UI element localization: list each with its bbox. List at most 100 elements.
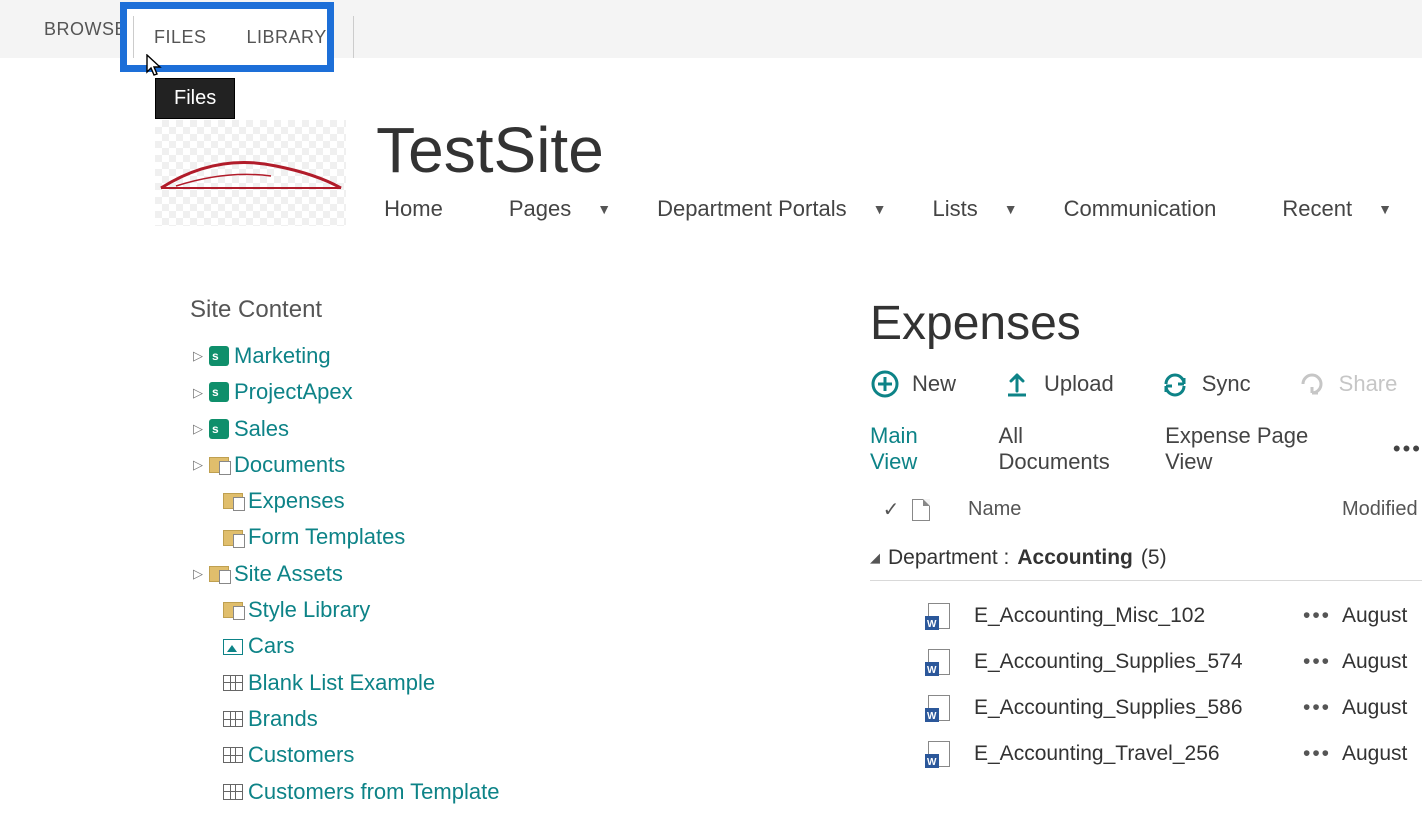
tree-item[interactable]: Customers from Template: [190, 774, 560, 810]
expander-icon[interactable]: ▷: [190, 345, 206, 366]
list-icon: [220, 744, 246, 766]
file-menu-button[interactable]: •••: [1292, 604, 1342, 628]
tree-item[interactable]: Expenses: [190, 483, 560, 519]
view-expense-page[interactable]: Expense Page View: [1165, 423, 1349, 475]
chevron-down-icon[interactable]: ▼: [873, 201, 887, 217]
chevron-down-icon[interactable]: ▼: [597, 201, 611, 217]
nav-recent[interactable]: Recent: [1274, 192, 1360, 226]
file-menu-button[interactable]: •••: [1292, 742, 1342, 766]
tree-item-label[interactable]: Form Templates: [248, 519, 405, 555]
tree-item[interactable]: ▷ Sales: [190, 411, 560, 447]
tree-item[interactable]: Blank List Example: [190, 665, 560, 701]
new-label: New: [912, 371, 956, 397]
lib-icon: [220, 599, 246, 621]
col-type[interactable]: [912, 499, 956, 521]
word-doc-icon: [928, 603, 950, 629]
share-button: Share: [1297, 369, 1398, 399]
tree-item-label[interactable]: Expenses: [248, 483, 345, 519]
tree-header: Site Content: [190, 296, 560, 324]
site-icon: [206, 418, 232, 440]
tree-item-label[interactable]: Blank List Example: [248, 665, 435, 701]
tree-item-label[interactable]: Cars: [248, 628, 294, 664]
view-more[interactable]: •••: [1393, 436, 1422, 462]
tree-item[interactable]: Brands: [190, 701, 560, 737]
file-name[interactable]: E_Accounting_Misc_102: [974, 604, 1292, 628]
tree-item-label[interactable]: ProjectApex: [234, 374, 353, 410]
sync-button[interactable]: Sync: [1160, 369, 1251, 399]
upload-button[interactable]: Upload: [1002, 369, 1114, 399]
file-menu-button[interactable]: •••: [1292, 696, 1342, 720]
tree-item[interactable]: Customers: [190, 737, 560, 773]
ribbon-tab-files[interactable]: FILES: [134, 27, 227, 48]
tree-item-label[interactable]: Site Assets: [234, 556, 343, 592]
file-name[interactable]: E_Accounting_Supplies_586: [974, 696, 1292, 720]
file-modified: August: [1342, 604, 1422, 628]
file-row[interactable]: E_Accounting_Supplies_586•••August: [870, 685, 1422, 731]
site-title[interactable]: TestSite: [376, 118, 1422, 182]
ribbon-bar: BROWSE FILES LIBRARY: [0, 0, 1422, 58]
file-row[interactable]: E_Accounting_Misc_102•••August: [870, 593, 1422, 639]
tree-item-label[interactable]: Style Library: [248, 592, 370, 628]
tree-item[interactable]: Style Library: [190, 592, 560, 628]
tree-item-label[interactable]: Brands: [248, 701, 318, 737]
word-doc-icon: [928, 741, 950, 767]
nav-communication[interactable]: Communication: [1056, 192, 1225, 226]
expander-icon[interactable]: ▷: [190, 454, 206, 475]
view-main[interactable]: Main View: [870, 423, 965, 475]
expander-icon[interactable]: ▷: [190, 418, 206, 439]
tree-item[interactable]: ▷ Documents: [190, 447, 560, 483]
tree-item[interactable]: Form Templates: [190, 519, 560, 555]
file-menu-button[interactable]: •••: [1292, 650, 1342, 674]
new-button[interactable]: New: [870, 369, 956, 399]
tooltip-files: Files: [155, 78, 235, 119]
share-icon: [1297, 369, 1327, 399]
nav-pages[interactable]: Pages: [501, 192, 579, 226]
expander-icon[interactable]: ▷: [190, 382, 206, 403]
library-toolbar: New Upload Sync Share: [870, 369, 1422, 399]
file-modified: August: [1342, 696, 1422, 720]
tree-item-label[interactable]: Sales: [234, 411, 289, 447]
file-icon: [912, 499, 930, 521]
ribbon-tab-library[interactable]: LIBRARY: [227, 27, 347, 48]
tree-item-label[interactable]: Customers: [248, 737, 354, 773]
site-logo[interactable]: [155, 120, 346, 226]
ribbon-tab-browse[interactable]: BROWSE: [44, 9, 127, 50]
tree-item[interactable]: ▷ ProjectApex: [190, 374, 560, 410]
tree-item-label[interactable]: Marketing: [234, 338, 331, 374]
tree-item[interactable]: Cars: [190, 628, 560, 664]
nav-lists[interactable]: Lists: [924, 192, 985, 226]
col-modified[interactable]: Modified: [1342, 498, 1422, 521]
file-name[interactable]: E_Accounting_Supplies_574: [974, 650, 1292, 674]
tree-item-label[interactable]: Customers from Template: [248, 774, 499, 810]
word-doc-icon: [928, 695, 950, 721]
file-row[interactable]: E_Accounting_Supplies_574•••August: [870, 639, 1422, 685]
site-icon: [206, 345, 232, 367]
list-icon: [220, 781, 246, 803]
file-name[interactable]: E_Accounting_Travel_256: [974, 742, 1292, 766]
share-label: Share: [1339, 371, 1398, 397]
nav-dept-portals[interactable]: Department Portals: [649, 192, 855, 226]
file-modified: August: [1342, 742, 1422, 766]
list-icon: [220, 708, 246, 730]
upload-icon: [1002, 369, 1032, 399]
chevron-down-icon[interactable]: ▼: [1378, 201, 1392, 217]
main-area: Site Content ▷ Marketing ▷ ProjectApex ▷ Sale…: [0, 226, 1422, 810]
group-header[interactable]: ◢ Department : Accounting (5): [870, 540, 1422, 581]
col-check[interactable]: ✓: [870, 497, 912, 522]
library-panel: Expenses New Upload Sync Share Main View…: [560, 296, 1422, 810]
sync-icon: [1160, 369, 1190, 399]
sync-label: Sync: [1202, 371, 1251, 397]
chevron-down-icon[interactable]: ▼: [1004, 201, 1018, 217]
file-row[interactable]: E_Accounting_Travel_256•••August: [870, 731, 1422, 777]
nav-home[interactable]: Home: [376, 192, 451, 226]
group-value: Accounting: [1017, 546, 1133, 570]
expander-icon[interactable]: ▷: [190, 563, 206, 584]
tree-item[interactable]: ▷ Site Assets: [190, 556, 560, 592]
file-modified: August: [1342, 650, 1422, 674]
view-all-documents[interactable]: All Documents: [999, 423, 1132, 475]
col-name[interactable]: Name: [956, 498, 1342, 521]
site-content-tree: Site Content ▷ Marketing ▷ ProjectApex ▷ Sale…: [0, 296, 560, 810]
tree-item-label[interactable]: Documents: [234, 447, 345, 483]
upload-label: Upload: [1044, 371, 1114, 397]
tree-item[interactable]: ▷ Marketing: [190, 338, 560, 374]
